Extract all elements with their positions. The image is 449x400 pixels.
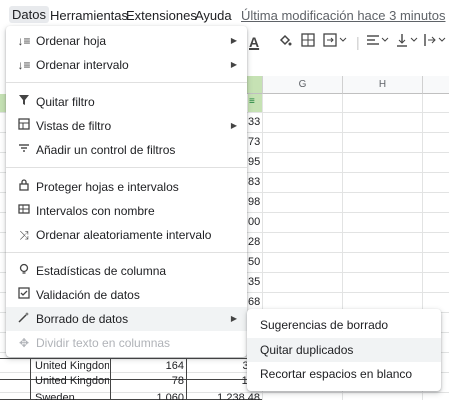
menu-ayuda[interactable]: Ayuda — [195, 8, 232, 23]
split-columns-icon: ✥ — [18, 336, 30, 350]
menu-item-split-text[interactable]: ✥ Dividir texto en columnas — [6, 331, 247, 355]
country-cell[interactable]: Sweden — [35, 392, 109, 400]
menu-item-protect[interactable]: Proteger hojas e intervalos — [6, 175, 247, 199]
cell-value[interactable]: 50 — [248, 256, 260, 268]
menu-extensiones[interactable]: Extensiones — [126, 8, 197, 23]
lightbulb-icon — [16, 259, 32, 283]
column-header-i[interactable] — [423, 76, 449, 94]
validation-icon — [16, 283, 32, 307]
slicer-icon — [16, 138, 32, 162]
data-menu-dropdown: ↓≡ Ordenar hoja ▶ ↓≡ Ordenar intervalo ▶… — [6, 26, 247, 357]
menu-item-add-slicer[interactable]: Añadir un control de filtros — [6, 138, 247, 162]
borders-icon[interactable] — [301, 33, 315, 51]
filter-views-icon — [16, 114, 32, 138]
value-cell[interactable]: 1,238.48 — [188, 392, 260, 400]
menu-item-data-validation[interactable]: Validación de datos — [6, 283, 247, 307]
merge-cells-icon[interactable] — [323, 33, 347, 51]
cell-value[interactable]: 83 — [248, 176, 260, 188]
country-cell[interactable]: United Kingdom — [35, 375, 109, 387]
menu-item-label: Estadísticas de columna — [36, 264, 167, 278]
value-cell[interactable]: 78 — [112, 375, 184, 387]
menu-item-label: Ordenar intervalo — [36, 58, 129, 72]
submenu-arrow-icon: ▶ — [230, 36, 237, 45]
menu-item-filter-views[interactable]: Vistas de filtro ▶ — [6, 114, 247, 138]
menu-item-label: Ordenar hoja — [36, 34, 107, 48]
sort-icon: ↓≡ — [17, 58, 31, 72]
menu-item-label: Vistas de filtro — [36, 119, 112, 133]
submenu-item-trim-whitespace[interactable]: Recortar espacios en blanco — [247, 362, 441, 386]
submenu-item-label: Recortar espacios en blanco — [260, 367, 413, 381]
menu-item-remove-filter[interactable]: Quitar filtro — [6, 90, 247, 114]
menu-item-label: Intervalos con nombre — [36, 204, 155, 218]
menu-item-label: Quitar filtro — [36, 95, 95, 109]
text-color-icon[interactable]: A — [249, 33, 259, 51]
menu-item-label: Ordenar aleatoriamente intervalo — [36, 228, 212, 242]
cell-value[interactable]: 33 — [248, 116, 260, 128]
filter-icon[interactable]: ≡ — [249, 96, 255, 107]
text-wrap-icon[interactable] — [423, 33, 447, 51]
menu-item-label: Añadir un control de filtros — [36, 143, 176, 157]
cell-value[interactable]: 73 — [248, 136, 260, 148]
vertical-align-icon[interactable] — [395, 33, 419, 51]
toolbar-divider: | — [356, 34, 360, 50]
cell-value[interactable]: 68 — [248, 296, 260, 308]
horizontal-align-icon[interactable] — [366, 33, 390, 51]
column-header-h[interactable]: H — [343, 76, 423, 94]
data-cleanup-submenu: Sugerencias de borrado Quitar duplicados… — [247, 309, 441, 391]
lock-icon — [16, 175, 32, 199]
menu-datos[interactable]: Datos — [9, 6, 49, 23]
submenu-arrow-icon: ▶ — [230, 60, 237, 69]
cell-value[interactable]: 28 — [248, 236, 260, 248]
submenu-item-remove-duplicates[interactable]: Quitar duplicados — [247, 338, 441, 362]
cell-value[interactable]: 98 — [248, 196, 260, 208]
cell-value[interactable]: 00 — [248, 216, 260, 228]
menu-item-randomize[interactable]: ⤨ Ordenar aleatoriamente intervalo — [6, 223, 247, 247]
menu-separator — [6, 252, 247, 253]
submenu-arrow-icon: ▶ — [230, 121, 237, 130]
shuffle-icon: ⤨ — [19, 228, 29, 242]
menu-item-sort-range[interactable]: ↓≡ Ordenar intervalo ▶ — [6, 53, 247, 77]
menu-item-sort-sheet[interactable]: ↓≡ Ordenar hoja ▶ — [6, 29, 247, 53]
cell-value[interactable]: 35 — [248, 276, 260, 288]
last-modified-link[interactable]: Última modificación hace 3 minutos — [241, 8, 445, 23]
menu-herramientas[interactable]: Herramientas — [50, 8, 128, 23]
submenu-arrow-icon: ▶ — [230, 314, 237, 323]
menu-item-label: Validación de datos — [36, 288, 140, 302]
menu-item-column-stats[interactable]: Estadísticas de columna — [6, 259, 247, 283]
menu-item-named-ranges[interactable]: Intervalos con nombre — [6, 199, 247, 223]
cell-value[interactable]: 95 — [248, 156, 260, 168]
named-range-icon — [16, 199, 32, 223]
submenu-item-label: Quitar duplicados — [260, 343, 354, 357]
value-cell[interactable]: 1,060 — [112, 392, 184, 400]
menu-item-label: Proteger hojas e intervalos — [36, 180, 179, 194]
fill-color-icon[interactable] — [278, 33, 292, 51]
submenu-item-cleanup-suggestions[interactable]: Sugerencias de borrado — [247, 313, 441, 337]
menu-item-label: Dividir texto en columnas — [36, 336, 171, 350]
menu-separator — [6, 82, 247, 83]
menu-separator — [6, 167, 247, 168]
country-cell[interactable]: United Kingdom — [35, 360, 109, 372]
sort-icon: ↓≡ — [17, 34, 31, 48]
filter-icon — [16, 90, 32, 114]
value-cell[interactable]: 164 — [112, 360, 184, 372]
submenu-item-label: Sugerencias de borrado — [260, 318, 389, 332]
magic-wand-icon — [16, 307, 32, 331]
column-header-g[interactable]: G — [263, 76, 343, 94]
menu-item-label: Borrado de datos — [36, 312, 129, 326]
menu-item-data-cleanup[interactable]: Borrado de datos ▶ — [6, 307, 247, 331]
